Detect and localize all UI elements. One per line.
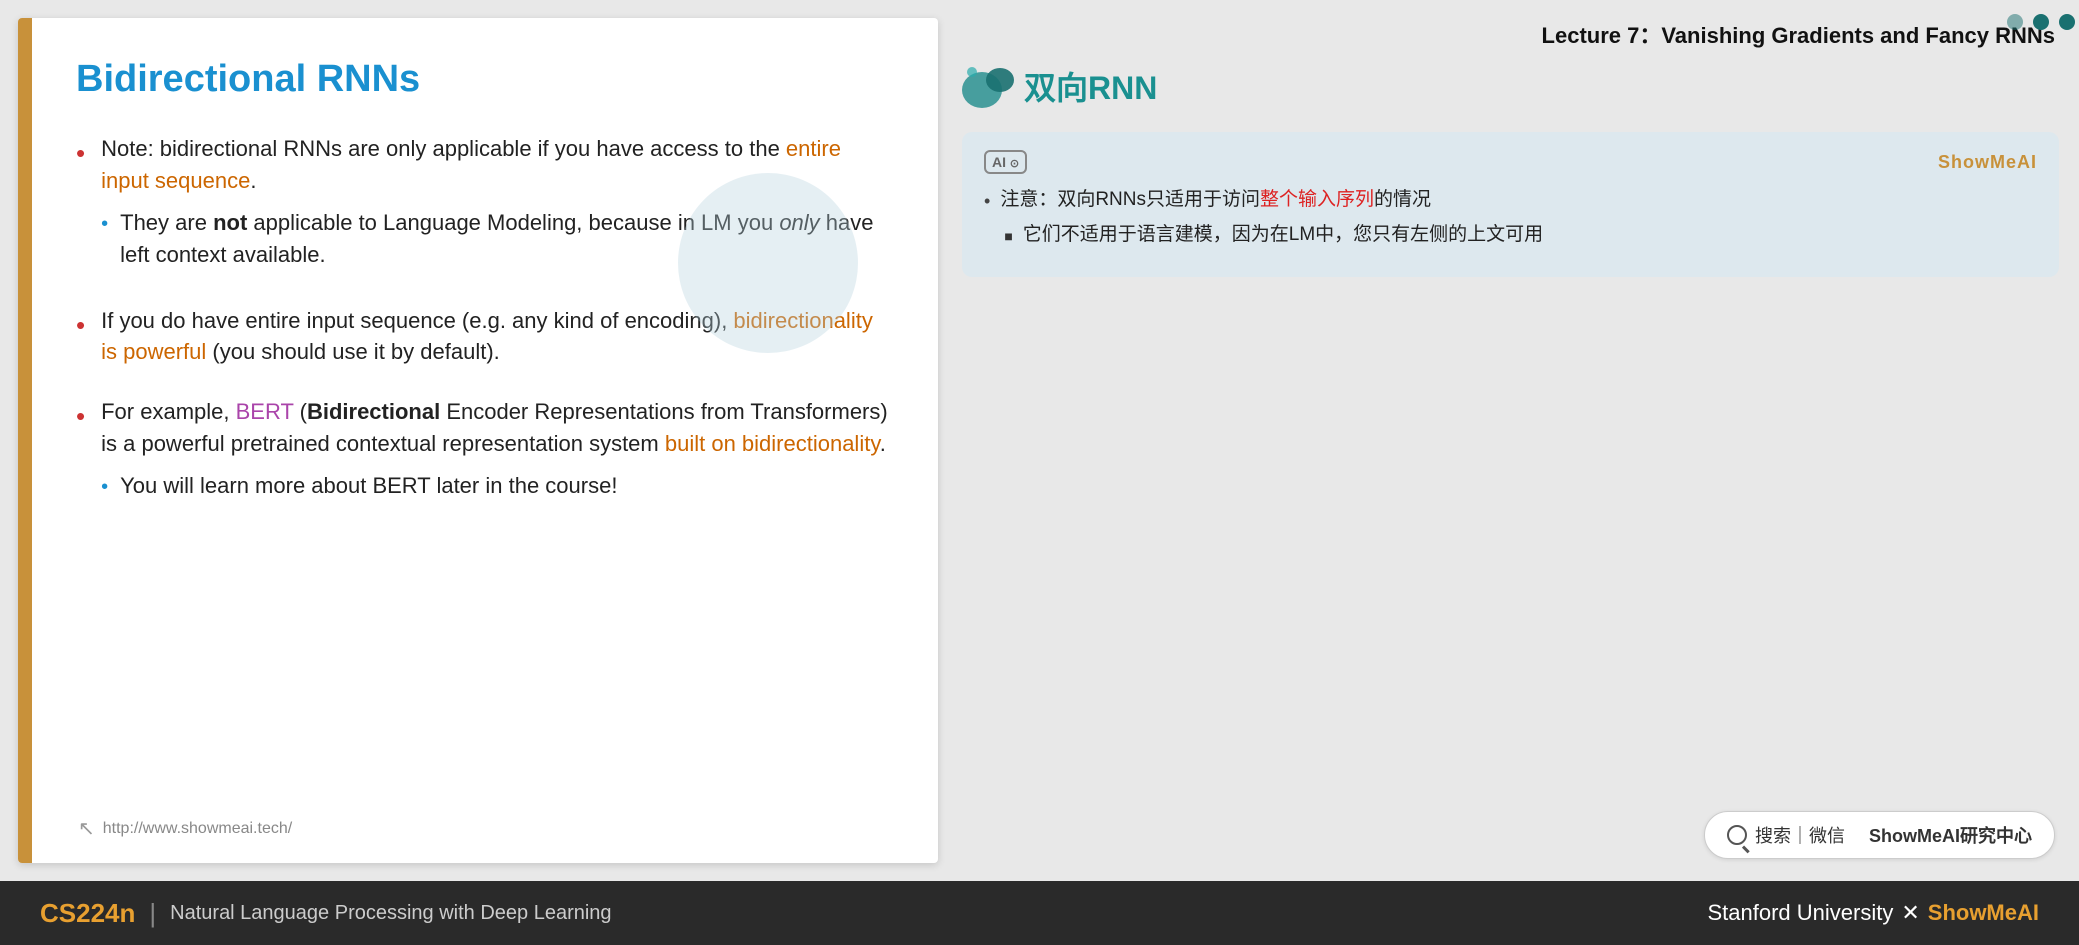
sub-b3-text: You will learn more about BERT later in … [120,470,617,502]
card-bullet-content: 注意：双向RNNs只适用于访问整个输入序列的情况 ■ 它们不适用于语言建模，因为… [1000,186,1543,249]
slide-panel: Bidirectional RNNs • Note: bidirectional… [18,18,938,863]
card-bullet-dot-1: • [984,188,990,215]
b3-highlight: built on bidirectionality [665,431,880,456]
nav-dot-3[interactable] [2059,14,2075,30]
card-b1-text1: 注意：双向RNNs只适用于访问 [1000,189,1260,210]
showmeai-bottom-brand: ShowMeAI [1928,900,2039,926]
bullet-dot-2: • [76,307,85,345]
card-sub-list: ■ 它们不适用于语言建模，因为在LM中，您只有左侧的上文可用 [1004,221,1543,250]
sub-bullet-3-1: • You will learn more about BERT later i… [101,470,888,502]
search-icon [1727,825,1747,845]
b3-text1: For example, [101,399,236,424]
bottom-subtitle: Natural Language Processing with Deep Le… [170,902,611,925]
sub-bullet-1-1: • They are not applicable to Language Mo… [101,207,888,271]
slide-title: Bidirectional RNNs [76,58,888,101]
b1-text1: Note: bidirectional RNNs are only applic… [101,136,786,161]
bullet-content-2: If you do have entire input sequence (e.… [101,305,888,369]
bottom-left: CS224n | Natural Language Processing wit… [40,898,612,929]
annotation-logo-row: 双向RNN [962,62,2059,110]
bullet-list: • Note: bidirectional RNNs are only appl… [76,133,888,508]
main-content: Bidirectional RNNs • Note: bidirectional… [0,0,2079,881]
bullet-item-3: • For example, BERT (Bidirectional Encod… [76,396,888,508]
bullet-dot-3: • [76,398,85,436]
b2-text1: If you do have entire input sequence (e.… [101,308,733,333]
x-mark: ✕ [1901,900,1919,926]
slide-left-bar [18,18,32,863]
right-panel: Lecture 7：Vanishing Gradients and Fancy … [938,0,2079,881]
card-b1-text2: 的情况 [1374,189,1431,210]
bottom-bar: CS224n | Natural Language Processing wit… [0,881,2079,945]
nav-dot-1[interactable] [2007,14,2023,30]
bullet-content-1: Note: bidirectional RNNs are only applic… [101,133,888,277]
ai-badge: AI ⊙ [984,150,1027,174]
nav-dot-2[interactable] [2033,14,2049,30]
card-bullet-list: • 注意：双向RNNs只适用于访问整个输入序列的情况 ■ 它们不适用于语言建模，… [984,186,2037,249]
card-sub-item-1: ■ 它们不适用于语言建模，因为在LM中，您只有左侧的上文可用 [1004,221,1543,250]
annotation-title: 双向RNN [1024,63,1157,109]
cursor-icon: ↖ [78,816,95,841]
card-header: AI ⊙ ShowMeAI [984,150,2037,174]
sub-bullet-blue-dot-3: • [101,473,108,502]
nav-dots [2007,14,2075,30]
card-bullet-1: • 注意：双向RNNs只适用于访问整个输入序列的情况 ■ 它们不适用于语言建模，… [984,186,2037,249]
showmeai-brand-label: ShowMeAI [1938,152,2037,173]
bullet-item-1: • Note: bidirectional RNNs are only appl… [76,133,888,277]
card-b1-highlight: 整个输入序列 [1260,189,1374,210]
sub-b1-text: They are not applicable to Language Mode… [120,207,888,271]
slide-body: Bidirectional RNNs • Note: bidirectional… [32,18,938,863]
card-sub-dot: ■ [1004,226,1012,247]
search-bar[interactable]: 搜索｜微信 ShowMeAI研究中心 [1704,811,2055,859]
search-brand: ShowMeAI研究中心 [1869,822,2032,848]
bottom-divider: | [149,898,156,929]
card-sub-text: 它们不适用于语言建模，因为在LM中，您只有左侧的上文可用 [1023,221,1543,250]
footer-url: http://www.showmeai.tech/ [103,820,292,838]
bullet-dot-1: • [76,135,85,173]
b3-bert: BERT [236,399,294,424]
b1-text2: . [250,168,256,193]
search-text: 搜索｜微信 [1755,822,1845,848]
b2-text2: (you should use it by default). [206,339,500,364]
footer-link: ↖ http://www.showmeai.tech/ [78,816,292,841]
sub-bullet-list-1: • They are not applicable to Language Mo… [101,207,888,271]
b3-text3: . [880,431,886,456]
ai-badge-icon: ⊙ [1010,158,1019,170]
teal-wave-icon [962,62,1014,110]
bullet-content-3: For example, BERT (Bidirectional Encoder… [101,396,888,508]
sub-bullet-blue-dot: • [101,210,108,239]
lecture-header: Lecture 7：Vanishing Gradients and Fancy … [962,10,2059,62]
bottom-right: Stanford University ✕ ShowMeAI [1707,900,2039,926]
stanford-text: Stanford University [1707,900,1893,926]
ai-badge-text: AI [992,154,1006,170]
sub-bullet-list-3: • You will learn more about BERT later i… [101,470,888,502]
bullet-item-2: • If you do have entire input sequence (… [76,305,888,369]
course-code: CS224n [40,898,135,929]
showmeai-card: AI ⊙ ShowMeAI • 注意：双向RNNs只适用于访问整个输入序列的情况… [962,132,2059,277]
